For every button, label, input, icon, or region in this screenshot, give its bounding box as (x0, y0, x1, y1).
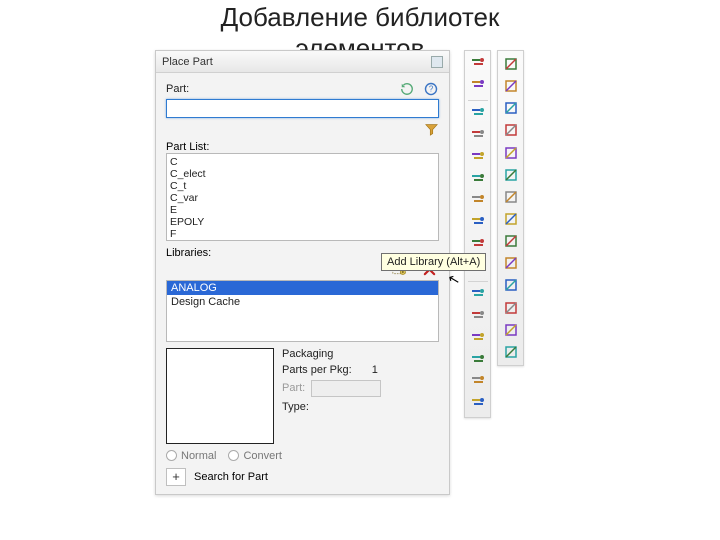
no-connect-button[interactable] (467, 307, 488, 327)
bus-entry-button[interactable] (467, 192, 488, 212)
label-type: Type: (282, 401, 309, 413)
label-convert: Convert (243, 450, 282, 462)
group-button[interactable] (500, 320, 521, 340)
text-tool-button[interactable] (500, 231, 521, 251)
part-pack-select (311, 380, 381, 397)
power-button[interactable] (467, 213, 488, 233)
select-mode-button[interactable] (467, 54, 488, 74)
wire-mode-button[interactable] (467, 104, 488, 124)
library-item[interactable]: ANALOG (167, 281, 438, 295)
label-part: Part: (166, 83, 189, 95)
part-input[interactable] (166, 99, 439, 118)
part-list-item[interactable]: FPOLY (170, 240, 435, 241)
radio-convert[interactable] (228, 450, 239, 461)
label-search: Search for Part (194, 471, 268, 483)
net-alias-button[interactable] (467, 126, 488, 146)
draw-polyline-button[interactable] (500, 120, 521, 140)
toolbar-right-2 (497, 50, 524, 366)
panel-dock-button[interactable] (431, 56, 443, 68)
library-item[interactable]: Design Cache (167, 295, 438, 309)
draw-rect-button[interactable] (500, 143, 521, 163)
expand-search-button[interactable]: + (166, 468, 186, 486)
svg-text:?: ? (429, 85, 434, 94)
misc-c-button[interactable] (467, 394, 488, 414)
libraries-list[interactable]: ANALOGDesign Cache (166, 280, 439, 342)
part-list-item[interactable]: E (170, 204, 435, 216)
panel-title: Place Part (162, 56, 213, 68)
part-list-item[interactable]: C_var (170, 192, 435, 204)
place-part-panel: Place Part Part: ? (155, 50, 450, 495)
refresh-icon[interactable] (399, 81, 415, 97)
part-preview (166, 348, 274, 444)
label-normal: Normal (181, 450, 216, 462)
zoom-select-button[interactable] (500, 76, 521, 96)
part-list-item[interactable]: C_elect (170, 168, 435, 180)
add-component-button[interactable] (467, 76, 488, 96)
part-list-item[interactable]: C_t (170, 180, 435, 192)
draw-ellipse-button[interactable] (500, 165, 521, 185)
part-list-item[interactable]: EPOLY (170, 216, 435, 228)
part-list[interactable]: CC_electC_tC_varEEPOLYFFPOLY (166, 153, 439, 241)
image-button[interactable] (500, 209, 521, 229)
sheet-connector-button[interactable] (467, 286, 488, 306)
panel-titlebar[interactable]: Place Part (156, 51, 449, 73)
junction-button[interactable] (467, 170, 488, 190)
ground-button[interactable] (467, 235, 488, 255)
label-part-pack: Part: (282, 382, 305, 394)
tooltip-add-library: Add Library (Alt+A) (381, 253, 486, 271)
part-list-item[interactable]: F (170, 228, 435, 240)
align-button[interactable] (500, 342, 521, 362)
filter-icon[interactable] (423, 121, 439, 137)
draw-line-button[interactable] (500, 98, 521, 118)
bus-mode-button[interactable] (467, 148, 488, 168)
value-parts-per-pkg: 1 (372, 364, 378, 376)
part-list-item[interactable]: C (170, 156, 435, 168)
radio-normal[interactable] (166, 450, 177, 461)
label-packaging: Packaging (282, 348, 439, 360)
off-page-button[interactable] (467, 329, 488, 349)
misc-a-button[interactable] (467, 351, 488, 371)
help-icon[interactable]: ? (423, 81, 439, 97)
toolbar-right-1 (464, 50, 491, 418)
pointer-button[interactable] (500, 54, 521, 74)
misc-b-button[interactable] (467, 373, 488, 393)
draw-arc-button[interactable] (500, 187, 521, 207)
vert-mirror-button[interactable] (500, 253, 521, 273)
horiz-mirror-button[interactable] (500, 275, 521, 295)
rotate-button[interactable] (500, 298, 521, 318)
label-parts-per-pkg: Parts per Pkg: (282, 364, 352, 376)
label-part-list: Part List: (166, 141, 439, 153)
